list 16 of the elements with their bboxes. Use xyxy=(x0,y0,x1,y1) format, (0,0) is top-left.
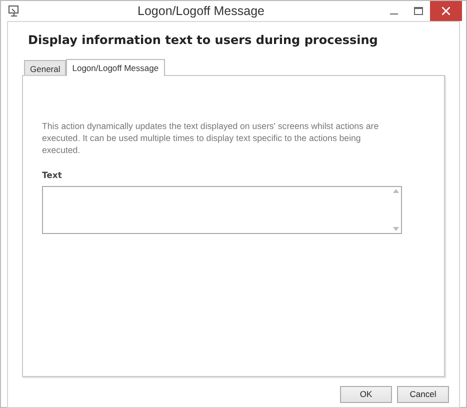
scroll-up-icon[interactable] xyxy=(393,188,399,193)
ok-button[interactable]: OK xyxy=(340,386,392,403)
window-title: Logon/Logoff Message xyxy=(136,2,266,20)
field-label: Text xyxy=(42,170,63,183)
close-icon xyxy=(442,7,450,15)
dialog-heading: Display information text to users during processing xyxy=(28,32,379,49)
description-text: This action dynamically updates the text displayed on users' screens whilst actions are executed. It can be used multiple times to display text specific to the actions being executed. xyxy=(42,120,380,156)
scroll-down-icon[interactable] xyxy=(393,226,399,231)
text-field[interactable] xyxy=(42,186,402,234)
tab[interactable]: Logon/Logoff Message xyxy=(66,59,165,76)
minimize-icon xyxy=(390,13,398,15)
tab[interactable]: General xyxy=(24,60,66,75)
cancel-button[interactable]: Cancel xyxy=(397,386,449,403)
app-icon xyxy=(8,5,20,17)
close-button[interactable] xyxy=(430,1,462,21)
maximize-icon xyxy=(414,7,422,15)
